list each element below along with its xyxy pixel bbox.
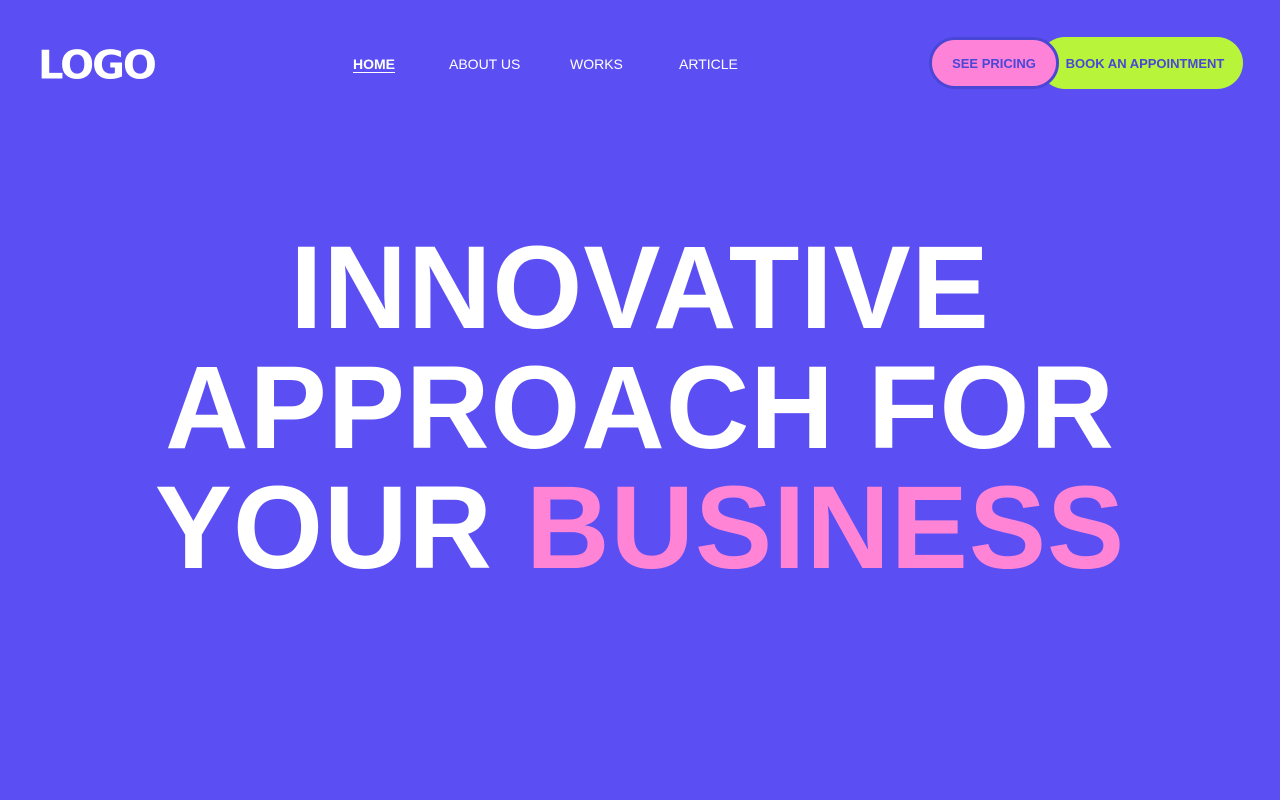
hero-line-3: YOUR BUSINESS (13, 468, 1267, 588)
see-pricing-label: SEE PRICING (952, 55, 1036, 71)
hero-line-2: APPROACH FOR (165, 342, 1115, 474)
book-appointment-label: BOOK AN APPOINTMENT (1065, 55, 1225, 71)
site-header: LOGO HOME ABOUT US WORKS ARTICLE BOOK AN… (0, 0, 1280, 130)
hero-line-1: INNOVATIVE (290, 222, 990, 354)
hero-headline: INNOVATIVE APPROACH FOR YOUR BUSINESS (0, 228, 1280, 588)
hero-line-3-prefix: YOUR (154, 462, 493, 594)
nav-item-about-us[interactable]: ABOUT US (449, 55, 520, 73)
see-pricing-button[interactable]: SEE PRICING (929, 37, 1059, 89)
nav-item-works[interactable]: WORKS (570, 55, 623, 73)
nav-item-article[interactable]: ARTICLE (679, 55, 738, 73)
hero-line-3-accent: BUSINESS (526, 462, 1126, 594)
book-appointment-button[interactable]: BOOK AN APPOINTMENT (1039, 37, 1243, 89)
hero-section: INNOVATIVE APPROACH FOR YOUR BUSINESS (0, 228, 1280, 588)
nav-item-home[interactable]: HOME (353, 55, 395, 73)
